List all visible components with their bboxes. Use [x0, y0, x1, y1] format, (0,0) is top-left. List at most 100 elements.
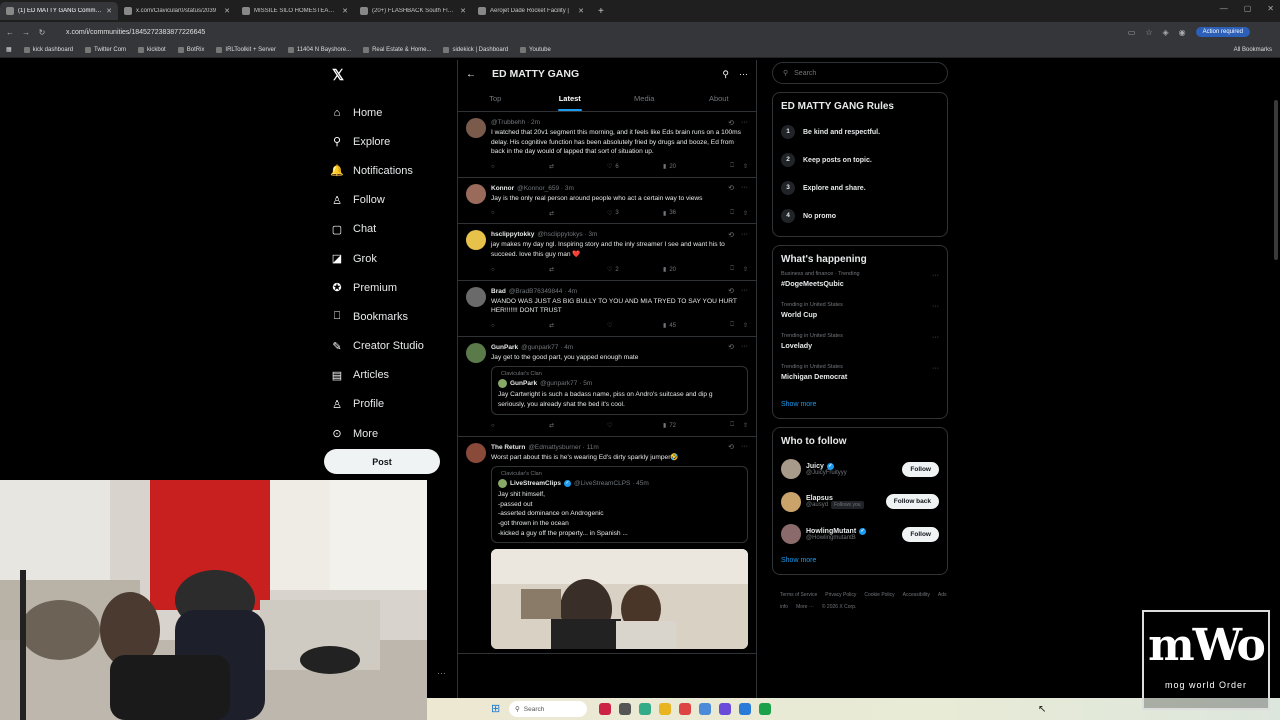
reply-button[interactable]: ○ — [491, 267, 549, 273]
views-button[interactable]: ▮ 72 — [663, 422, 723, 430]
more-icon[interactable]: ··· — [932, 272, 939, 279]
back-icon[interactable]: ← — [4, 28, 16, 37]
like-button[interactable]: ♡ 3 — [607, 210, 663, 217]
app-icon[interactable] — [679, 703, 691, 715]
avatar[interactable] — [466, 442, 486, 463]
follow-button[interactable]: Follow — [902, 526, 939, 542]
repost-button[interactable]: ⇄ — [549, 163, 607, 170]
post-button[interactable]: Post — [324, 449, 440, 474]
nav-item-more[interactable]: ⊙ More — [324, 419, 444, 448]
share-icon[interactable]: ⇧ — [743, 422, 748, 429]
windows-start-icon[interactable]: ⊞ — [491, 702, 500, 715]
repost-button[interactable]: ⇄ — [549, 210, 607, 217]
trend-item[interactable]: Trending in United States World Cup ··· — [781, 302, 939, 333]
tab-top[interactable]: Top — [458, 88, 533, 111]
more-icon[interactable]: ··· — [932, 365, 939, 372]
bookmark-item[interactable]: IRLToolkit + Server — [216, 46, 276, 53]
close-tab-icon[interactable]: ✕ — [106, 7, 112, 15]
like-button[interactable]: ♡ — [607, 422, 663, 429]
tweet-media-image[interactable] — [491, 549, 748, 650]
task-view-icon[interactable] — [619, 703, 631, 715]
avatar[interactable] — [466, 183, 486, 204]
tweet[interactable]: GunPark @gunpark77 · 4m ⟲ ··· Jay get to the… — [458, 337, 756, 437]
bookmark-icon[interactable]: ⎕ — [730, 422, 734, 429]
bookmark-item[interactable]: 11404 N Bayshore... — [287, 46, 351, 53]
nav-item-articles[interactable]: ▤ Articles — [324, 361, 444, 390]
bookmark-item[interactable]: sidekick | Dashboard — [443, 46, 508, 53]
spotify-icon[interactable] — [759, 703, 771, 715]
more-icon[interactable]: ··· — [741, 231, 748, 239]
share-icon[interactable]: ⇧ — [743, 210, 748, 217]
tab-latest[interactable]: Latest — [533, 88, 608, 111]
folder-icon[interactable] — [659, 703, 671, 715]
more-icon[interactable]: ··· — [739, 69, 748, 79]
footer-link[interactable]: Accessibility — [903, 592, 930, 598]
more-icon[interactable]: ··· — [932, 303, 939, 310]
avatar[interactable] — [781, 524, 801, 545]
follow-button[interactable]: Follow back — [885, 494, 939, 510]
action-required-button[interactable]: Action required — [1195, 27, 1250, 37]
tweet[interactable]: Brad @BradB76349844 · 4m ⟲ ··· WANDO WAS JUS… — [458, 281, 756, 337]
app-icon[interactable] — [719, 703, 731, 715]
tweet-author-name[interactable]: The Return — [491, 444, 525, 451]
grok-icon[interactable]: ⟲ — [728, 231, 734, 239]
views-button[interactable]: ▮ 20 — [663, 163, 723, 171]
share-icon[interactable]: ⇧ — [743, 322, 748, 329]
footer-link[interactable]: © 2026 X Corp. — [822, 604, 857, 610]
repost-button[interactable]: ⇄ — [549, 266, 607, 273]
follow-name[interactable]: HowlingMutant — [806, 528, 856, 535]
tweet[interactable]: hsclippytokky @hsclippytokys · 3m ⟲ ··· jay … — [458, 224, 756, 281]
extension-icon[interactable]: ◈ — [1163, 28, 1169, 37]
browser-tab[interactable]: (1) ED MATTY GANG Community ✕ — [0, 2, 118, 20]
tweet[interactable]: The Return @Edmattysburner · 11m ⟲ ··· Worst… — [458, 437, 756, 655]
nav-item-explore[interactable]: ⚲ Explore — [324, 127, 444, 156]
more-icon[interactable]: ··· — [741, 184, 748, 192]
app-icon[interactable] — [739, 703, 751, 715]
follow-suggestion[interactable]: HowlingMutant ✓ @HowlingmutantB Follow — [781, 518, 939, 551]
tweet-handle[interactable]: @hsclippytokys · 3m — [537, 231, 597, 238]
close-tab-icon[interactable]: ✕ — [342, 7, 348, 15]
reply-button[interactable]: ○ — [491, 323, 549, 329]
browser-tab[interactable]: MISSILE SILO HOMESTEAD - G ✕ — [236, 2, 354, 20]
bookmark-item[interactable]: Real Estate & Home... — [363, 46, 431, 53]
scrollbar[interactable] — [1274, 100, 1278, 260]
like-button[interactable]: ♡ — [607, 322, 663, 329]
install-icon[interactable]: ▭ — [1128, 28, 1136, 37]
bookmark-item[interactable]: BotRix — [177, 46, 204, 53]
reply-button[interactable]: ○ — [491, 164, 549, 170]
follow-suggestion[interactable]: Juicy ✓ @JuicyFruityyy Follow — [781, 453, 939, 486]
footer-link[interactable]: Privacy Policy — [825, 592, 856, 598]
like-button[interactable]: ♡ 2 — [607, 266, 663, 274]
url-field[interactable]: x.com/i/communities/1845272383877226645 — [66, 29, 1128, 36]
follow-name[interactable]: Juicy — [806, 463, 824, 470]
quoted-author-name[interactable]: LiveStreamClips — [510, 480, 561, 487]
more-icon[interactable]: ··· — [741, 443, 748, 451]
tab-media[interactable]: Media — [607, 88, 682, 111]
bookmark-icon[interactable]: ⎕ — [730, 210, 734, 217]
tweet-handle[interactable]: @gunpark77 · 4m — [521, 344, 573, 351]
more-options-icon[interactable]: ··· — [437, 668, 446, 678]
star-icon[interactable]: ☆ — [1145, 28, 1152, 37]
back-arrow-icon[interactable]: ← — [466, 69, 476, 80]
nav-item-profile[interactable]: ♙ Profile — [324, 390, 444, 419]
browser-tab[interactable]: (20+) FLASHBACK South Florid ✕ — [354, 2, 472, 20]
search-icon[interactable]: ⚲ — [722, 69, 729, 80]
show-more-link[interactable]: Show more — [781, 401, 939, 408]
trend-item[interactable]: Trending in United States Michigan Democr… — [781, 364, 939, 395]
quoted-handle[interactable]: @LiveStreamCLPS · 45m — [574, 480, 649, 487]
tweet[interactable]: Konnor @Konnor_659 · 3m ⟲ ··· Jay is the onl… — [458, 178, 756, 225]
grok-icon[interactable]: ⟲ — [728, 287, 734, 295]
close-tab-icon[interactable]: ✕ — [224, 7, 230, 15]
more-icon[interactable]: ··· — [741, 119, 748, 127]
footer-link[interactable]: Terms of Service — [780, 592, 817, 598]
new-tab-icon[interactable]: + — [590, 6, 612, 17]
search-input[interactable]: ⚲ Search — [772, 62, 948, 84]
more-icon[interactable]: ··· — [741, 343, 748, 351]
nav-item-follow[interactable]: ♙ Follow — [324, 186, 444, 215]
tweet-handle[interactable]: @Trubbehh · 2m — [491, 119, 540, 126]
reload-icon[interactable]: ↻ — [36, 28, 48, 37]
bookmark-icon[interactable]: ⎕ — [730, 266, 734, 273]
bookmark-item[interactable]: kick dashboard — [23, 46, 73, 53]
grok-icon[interactable]: ⟲ — [728, 443, 734, 451]
avatar[interactable] — [466, 286, 486, 307]
